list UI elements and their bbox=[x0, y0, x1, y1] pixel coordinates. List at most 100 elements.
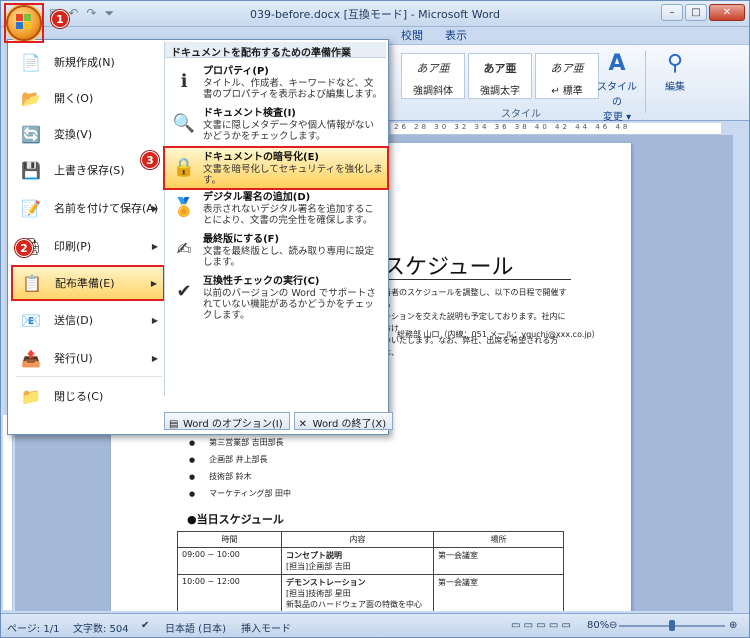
view-buttons-icon[interactable]: ▭ ▭ ▭ ▭ ▭ bbox=[511, 620, 571, 631]
style-sample: あア亜 bbox=[550, 62, 584, 75]
submenu-arrow-icon: ▶ bbox=[150, 278, 157, 288]
save-disk-icon: 💾 bbox=[21, 160, 41, 180]
menu-item-close[interactable]: 📁 閉じる(C) bbox=[12, 378, 164, 414]
compatibility-check-icon: ✔ bbox=[176, 280, 192, 302]
change-style-button[interactable]: A スタイルの 変更 ▾ bbox=[593, 51, 641, 123]
menu-item-open[interactable]: 📂 開く(O) bbox=[12, 80, 164, 116]
tab-view[interactable]: 表示 bbox=[445, 27, 467, 45]
style-gallery: あア亜 強調斜体 あア亜 強調太字 あア亜 ↵ 標準 bbox=[401, 53, 599, 99]
submenu-item-title: ドキュメントの暗号化(E) bbox=[203, 152, 319, 163]
list-item: マーケティング部 田中 bbox=[189, 488, 291, 505]
proofing-icon[interactable]: ✔ bbox=[141, 620, 149, 631]
status-bar: ページ: 1/1 文字数: 504 ✔ 日本語 (日本) 挿入モード ▭ ▭ ▭… bbox=[1, 613, 749, 637]
zoom-slider[interactable] bbox=[619, 620, 725, 631]
menu-item-prepare[interactable]: 📋 配布準備(E) ▶ bbox=[11, 265, 165, 301]
submenu-item-title: 互換性チェックの実行(C) bbox=[203, 276, 320, 287]
submenu-item-inspect[interactable]: 🔍 ドキュメント検査(I) 文書に隠しメタデータや個人情報がないかどうかをチェッ… bbox=[165, 104, 387, 148]
submenu-item-properties[interactable]: ℹ プロパティ(P) タイトル、作成者、キーワードなど、文書のプロパティを表示お… bbox=[165, 62, 387, 106]
menu-item-send[interactable]: 📧 送信(D) ▶ bbox=[12, 302, 164, 338]
open-folder-icon: 📂 bbox=[21, 88, 41, 108]
style-name: 強調斜体 bbox=[413, 86, 453, 97]
menu-item-label: 印刷(P) bbox=[54, 240, 92, 253]
doc-heading: スケジュール bbox=[383, 255, 514, 280]
menu-item-label: 送信(D) bbox=[54, 314, 94, 327]
style-sample: あア亜 bbox=[483, 62, 517, 75]
cell-place: 第一会議室 bbox=[433, 547, 564, 575]
submenu-item-signature[interactable]: 🏅 デジタル署名の追加(D) 表示されないデジタル署名を追加することにより、文書… bbox=[165, 188, 387, 232]
section-title: ●当日スケジュール bbox=[187, 513, 284, 526]
undo-icon[interactable]: ↶ bbox=[68, 6, 78, 21]
cell-content-title: デモンストレーション bbox=[286, 578, 366, 587]
submenu-item-title: デジタル署名の追加(D) bbox=[203, 192, 311, 203]
edit-button[interactable]: ⚲ 編集 bbox=[651, 51, 699, 93]
redo-icon[interactable]: ↷ bbox=[86, 6, 96, 21]
menu-item-new[interactable]: 📄 新規作成(N) bbox=[12, 44, 164, 80]
inspect-document-icon: 🔍 bbox=[172, 112, 196, 134]
cell-content: コンセプト説明 [担当]企画部 吉田 bbox=[281, 547, 434, 575]
submenu-item-mark-final[interactable]: ✍ 最終版にする(F) 文書を最終版とし、読み取り専用に設定します。 bbox=[165, 230, 387, 274]
ribbon-separator bbox=[645, 51, 646, 113]
lock-icon: 🔒 bbox=[172, 156, 196, 178]
submenu-item-desc: 以前のバージョンの Word でサポートされていない機能があるかどうかをチェック… bbox=[203, 288, 376, 321]
style-normal[interactable]: あア亜 ↵ 標準 bbox=[535, 53, 599, 99]
zoom-in-icon[interactable]: ⊕ bbox=[729, 620, 737, 631]
zoom-slider-thumb[interactable] bbox=[669, 620, 675, 631]
zoom-out-icon[interactable]: ⊖ bbox=[609, 620, 617, 631]
edit-label: 編集 bbox=[665, 82, 685, 93]
tab-review[interactable]: 校閲 bbox=[401, 27, 423, 45]
cell-content-title: コンセプト説明 bbox=[286, 551, 342, 560]
insert-mode-indicator[interactable]: 挿入モード bbox=[241, 620, 291, 635]
menu-item-label: 発行(U) bbox=[54, 352, 93, 365]
office-menu-footer: ▤ Word のオプション(I) ✕ Word の終了(X) bbox=[164, 412, 394, 430]
submenu-arrow-icon: ▶ bbox=[151, 241, 158, 251]
style-sample: あア亜 bbox=[416, 62, 450, 75]
digital-signature-icon: 🏅 bbox=[172, 196, 196, 218]
mark-final-icon: ✍ bbox=[176, 238, 192, 260]
submenu-item-desc: 文書に隠しメタデータや個人情報がないかどうかをチェックします。 bbox=[203, 120, 375, 142]
word-options-button[interactable]: ▤ Word のオプション(I) bbox=[164, 412, 290, 430]
submenu-item-title: 最終版にする(F) bbox=[203, 234, 280, 245]
menu-item-save-as[interactable]: 📝 名前を付けて保存(A) ▶ bbox=[12, 190, 164, 226]
step-badge-2: 2 bbox=[15, 239, 33, 257]
exit-word-button[interactable]: ✕ Word の終了(X) bbox=[293, 412, 394, 430]
menu-item-convert[interactable]: 🔄 変換(V) bbox=[12, 116, 164, 152]
prepare-submenu: ドキュメントを配布するための準備作業 ℹ プロパティ(P) タイトル、作成者、キ… bbox=[163, 42, 389, 396]
vertical-ruler[interactable] bbox=[3, 415, 13, 610]
submenu-item-compatibility[interactable]: ✔ 互換性チェックの実行(C) 以前のバージョンの Word でサポートされてい… bbox=[165, 272, 387, 321]
menu-item-print[interactable]: 🖨 印刷(P) ▶ bbox=[12, 228, 164, 264]
office-button-highlight bbox=[4, 3, 44, 43]
page-count[interactable]: ページ: 1/1 bbox=[7, 620, 59, 635]
style-emphasis-italic[interactable]: あア亜 強調斜体 bbox=[401, 53, 465, 99]
cell-content: デモンストレーション [担当]技術部 星田 新製品のハードウェア面の特徴を中心に… bbox=[281, 574, 434, 611]
menu-item-label: 開く(O) bbox=[54, 92, 94, 105]
doc-body-text: 当者のスケジュールを調整し、以下の日程で開催する ーションを交えた説明も予定して… bbox=[383, 288, 567, 357]
maximize-button[interactable]: □ bbox=[685, 4, 707, 21]
menu-divider bbox=[16, 376, 162, 377]
word-count[interactable]: 文字数: 504 bbox=[73, 620, 129, 635]
language-indicator[interactable]: 日本語 (日本) bbox=[165, 620, 226, 635]
menu-item-label: 閉じる(C) bbox=[54, 390, 104, 403]
cell-content-detail: [担当]技術部 星田 新製品のハードウェア面の特徴を中心にデモンストレーションを… bbox=[286, 589, 422, 609]
style-emphasis-bold[interactable]: あア亜 強調太字 bbox=[468, 53, 532, 99]
cell-time: 09:00 ~ 10:00 bbox=[177, 547, 282, 575]
submenu-item-encrypt[interactable]: 🔒 ドキュメントの暗号化(E) 文書を暗号化してセキュリティを強化します。 bbox=[163, 146, 389, 190]
heading-rule bbox=[381, 279, 571, 280]
minimize-button[interactable]: – bbox=[661, 4, 683, 21]
exit-icon: ✕ bbox=[298, 419, 308, 430]
office-menu-commands: 📄 新規作成(N) 📂 開く(O) 🔄 変換(V) 💾 上書き保存(S) 📝 名… bbox=[11, 44, 165, 406]
column-header-place: 場所 bbox=[433, 531, 564, 548]
close-button[interactable]: ✕ bbox=[709, 4, 745, 21]
list-item: 第三営業部 吉田部長 bbox=[189, 437, 291, 454]
change-style-label: スタイルの 変更 ▾ bbox=[597, 82, 637, 123]
doc-contact: 総務部 山口（内線：051 メール：yguchi@xxx.co.jp） bbox=[397, 330, 600, 339]
title-bar: 039-before.docx [互換モード] - Microsoft Word… bbox=[1, 1, 749, 27]
window-controls: – □ ✕ bbox=[661, 4, 745, 21]
customize-qat-icon[interactable]: ⏷ bbox=[104, 6, 114, 21]
submenu-arrow-icon: ▶ bbox=[151, 203, 158, 213]
horizontal-ruler[interactable]: 26 28 30 32 34 36 38 40 42 44 46 48 bbox=[391, 123, 721, 135]
zoom-level[interactable]: 80% bbox=[587, 620, 609, 631]
menu-item-label: 名前を付けて保存(A) bbox=[54, 202, 159, 215]
publish-icon: 📤 bbox=[21, 348, 41, 368]
exit-word-label: Word の終了(X) bbox=[312, 419, 387, 430]
menu-item-publish[interactable]: 📤 発行(U) ▶ bbox=[12, 340, 164, 376]
